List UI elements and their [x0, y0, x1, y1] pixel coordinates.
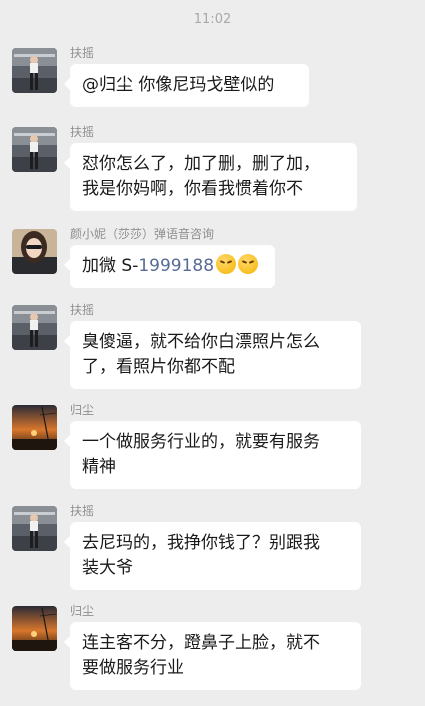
sunset-avatar-icon[interactable]: [12, 606, 57, 651]
angry-face-emoji-icon: [216, 254, 237, 274]
wechat-id-number[interactable]: 1999188: [138, 256, 214, 276]
sender-name: 扶摇: [70, 46, 95, 60]
message-text-line: 精神: [82, 457, 116, 477]
selfie-avatar-icon[interactable]: [12, 229, 57, 274]
message-text-line: 怼你怎么了，加了删，删了加，: [82, 154, 320, 174]
sender-name: 扶摇: [70, 504, 95, 518]
message-bubble[interactable]: 连主客不分，蹬鼻子上脸，就不 要做服务行业: [64, 622, 361, 690]
message-bubble[interactable]: 一个做服务行业的，就要有服务 精神: [64, 421, 361, 489]
message-text-line: 要做服务行业: [82, 658, 184, 678]
angry-face-emoji-icon: [238, 254, 259, 274]
message-bubble[interactable]: @归尘 你像尼玛戈壁似的: [64, 64, 309, 107]
message-bubble[interactable]: 怼你怎么了，加了删，删了加， 我是你妈啊，你看我惯着你不: [64, 143, 357, 211]
message-bubble[interactable]: 去尼玛的，我挣你钱了？别跟我 装大爷: [64, 522, 361, 590]
message-text-line: 去尼玛的，我挣你钱了？别跟我: [82, 533, 320, 553]
message-text-line: @归尘 你像尼玛戈壁似的: [82, 75, 275, 95]
message-text-line: 连主客不分，蹬鼻子上脸，就不: [82, 633, 320, 653]
message-bubble[interactable]: 加微 S-1999188: [64, 245, 275, 288]
message-text-line: 加微 S-1999188: [82, 254, 263, 279]
message-text-line: 装大爷: [82, 558, 133, 578]
sunset-avatar-icon[interactable]: [12, 405, 57, 450]
message-text-line: 臭傻逼，就不给你白漂照片怎么: [82, 332, 320, 352]
message-text-line: 我是你妈啊，你看我惯着你不: [82, 179, 303, 199]
sender-name: 颜小妮（莎莎）弹语音咨询: [70, 227, 215, 241]
sender-name: 扶摇: [70, 303, 95, 317]
message-text-prefix: 加微 S-: [82, 256, 139, 276]
sender-name: 扶摇: [70, 125, 95, 139]
message-bubble[interactable]: 臭傻逼，就不给你白漂照片怎么 了，看照片你都不配: [64, 321, 361, 389]
woman-photo-avatar-icon[interactable]: [12, 48, 57, 93]
message-text-line: 了，看照片你都不配: [82, 357, 235, 377]
woman-photo-avatar-icon[interactable]: [12, 305, 57, 350]
sender-name: 归尘: [70, 403, 95, 417]
woman-photo-avatar-icon[interactable]: [12, 127, 57, 172]
woman-photo-avatar-icon[interactable]: [12, 506, 57, 551]
message-text-line: 一个做服务行业的，就要有服务: [82, 432, 320, 452]
sender-name: 归尘: [70, 604, 95, 618]
message-timestamp: 11:02: [193, 12, 232, 27]
